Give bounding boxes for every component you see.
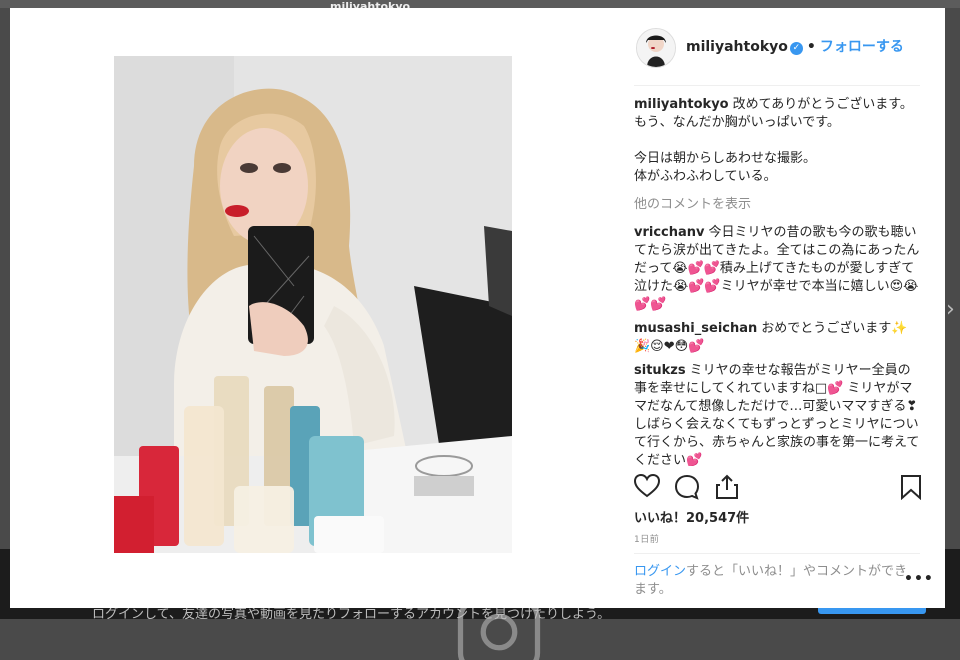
caption: miliyahtokyo 改めてありがとうございます。 もう、なんだか胸がいっぱい… (634, 96, 920, 186)
comments-list[interactable]: miliyahtokyo 改めてありがとうございます。 もう、なんだか胸がいっぱい… (634, 96, 920, 466)
comment-username[interactable]: musashi_seichan (634, 321, 757, 336)
like-count[interactable]: いいね！20,547件 (634, 507, 749, 526)
follow-button[interactable]: フォローする (820, 39, 904, 55)
verified-icon: ✓ (790, 42, 803, 55)
comment-icon[interactable] (674, 474, 700, 500)
caption-line: もう、なんだか胸がいっぱいです。 (634, 114, 920, 132)
heart-icon[interactable] (634, 474, 660, 498)
login-link[interactable]: ログイン (634, 564, 686, 579)
comment-item: vricchanv今日ミリヤの昔の歌も今の歌も聴いてたら涙が出てきたよ。全てはこ… (634, 224, 920, 314)
bookmark-icon[interactable] (900, 474, 922, 500)
comment-text: ミリヤの幸せな報告がミリヤー全員の事を幸せにしてくれていますね□💕 ミリヤがママ… (634, 363, 919, 466)
caption-line: 今日は朝からしあわせな撮影。 (634, 150, 920, 168)
post-photo-illustration (114, 56, 512, 553)
more-options-button[interactable]: ••• (904, 571, 934, 587)
action-bar (634, 474, 920, 504)
backdrop-top (0, 0, 960, 8)
post-timestamp[interactable]: 1日前 (634, 532, 659, 545)
avatar[interactable] (636, 28, 676, 68)
header-username[interactable]: miliyahtokyo (686, 39, 788, 55)
avatar-image (637, 29, 675, 67)
share-icon[interactable] (714, 474, 740, 500)
comment-item: situkzsミリヤの幸せな報告がミリヤー全員の事を幸せにしてくれていますね□💕… (634, 362, 920, 466)
photo-pane (10, 8, 624, 608)
load-more-comments-button[interactable]: 他のコメントを表示 (634, 196, 920, 214)
login-prompt: ログインすると「いいね！」やコメントができます。 (634, 553, 920, 599)
post-photo[interactable] (114, 56, 512, 553)
header-user-row: miliyahtokyo✓ •フォローする (686, 36, 904, 56)
caption-blank-line (634, 132, 920, 150)
caption-username[interactable]: miliyahtokyo (634, 97, 729, 112)
post-sidebar: miliyahtokyo✓•フォローする miliyahtokyo改めてありがと… (634, 8, 920, 608)
header-dot: • (807, 39, 816, 55)
caption-line: 体がふわふわしている。 (634, 168, 920, 186)
post-header: miliyahtokyo✓ •フォローする (634, 8, 920, 86)
comment-username[interactable]: situkzs (634, 363, 686, 378)
comment-item: musashi_seichanおめでとうございます✨🎉😌❤😳💕 (634, 320, 920, 356)
post-modal: miliyahtokyo✓•フォローする miliyahtokyo改めてありがと… (10, 8, 945, 608)
comment-username[interactable]: vricchanv (634, 225, 705, 240)
caption-line: 改めてありがとうございます。 (733, 97, 913, 112)
chevron-right-icon[interactable]: › (946, 297, 955, 322)
